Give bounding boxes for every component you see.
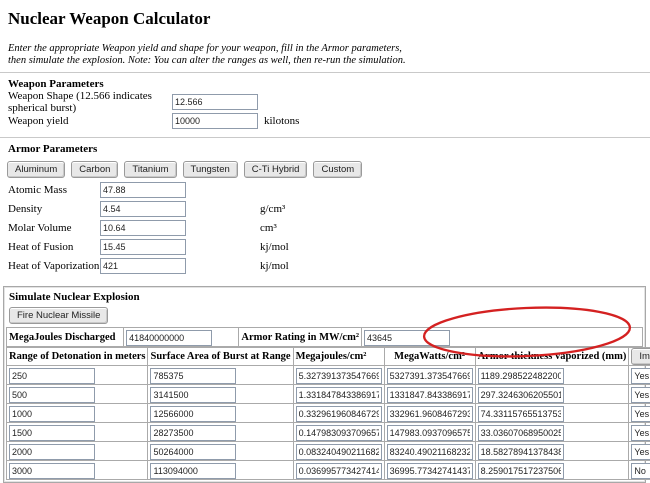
header-range: Range of Detonation in meters [7, 348, 148, 366]
atomic-mass-row: Atomic Mass [8, 182, 650, 197]
heat-of-fusion-input[interactable] [100, 239, 186, 255]
armor-thickness-input[interactable] [478, 406, 564, 422]
atomic-mass-label: Atomic Mass [8, 184, 100, 196]
material-button-carbon[interactable]: Carbon [71, 161, 118, 178]
separator [0, 72, 650, 73]
megajoules-input[interactable] [296, 387, 382, 403]
megajoules-input[interactable] [296, 463, 382, 479]
material-button-custom[interactable]: Custom [313, 161, 362, 178]
table-row [7, 404, 650, 423]
intro-line-1: Enter the appropriate Weapon yield and s… [8, 43, 650, 55]
intro-text: Enter the appropriate Weapon yield and s… [8, 43, 650, 67]
armor-rating-label: Armor Rating in MW/cm² [239, 328, 362, 347]
material-button-titanium[interactable]: Titanium [124, 161, 176, 178]
page-title: Nuclear Weapon Calculator [8, 9, 650, 29]
megajoules-discharged-label: MegaJoules Discharged [7, 328, 124, 347]
megawatts-input[interactable] [387, 463, 473, 479]
weapon-yield-unit: kilotons [264, 115, 299, 127]
megawatts-input[interactable] [387, 368, 473, 384]
megajoules-discharged-input[interactable] [126, 330, 212, 346]
molar-volume-input[interactable] [100, 220, 186, 236]
weapon-yield-label: Weapon yield [8, 115, 172, 127]
density-label: Density [8, 203, 100, 215]
megajoules-discharged-cell [124, 328, 239, 347]
surface-area-input[interactable] [150, 387, 236, 403]
heat-of-fusion-label: Heat of Fusion [8, 241, 100, 253]
heat-of-fusion-unit: kj/mol [260, 241, 289, 253]
impulse-shock-value[interactable] [631, 444, 650, 460]
simulate-explosion-heading: Simulate Nuclear Explosion [9, 291, 643, 303]
heat-of-fusion-row: Heat of Fusion kj/mol [8, 239, 650, 254]
density-unit: g/cm³ [260, 203, 285, 215]
impulse-shock-value[interactable] [631, 406, 650, 422]
density-row: Density g/cm³ [8, 201, 650, 216]
range-input[interactable] [9, 368, 95, 384]
armor-thickness-input[interactable] [478, 387, 564, 403]
fire-nuclear-missile-button[interactable]: Fire Nuclear Missile [9, 307, 108, 324]
megawatts-input[interactable] [387, 387, 473, 403]
heat-of-vaporization-input[interactable] [100, 258, 186, 274]
header-armor-thickness: Armor thickness vaporized (mm) [475, 348, 629, 366]
material-button-tungsten[interactable]: Tungsten [183, 161, 238, 178]
table-row [7, 442, 650, 461]
armor-rating-cell [361, 328, 642, 347]
discharge-table: MegaJoules Discharged Armor Rating in MW… [6, 327, 643, 347]
armor-rating-input[interactable] [364, 330, 450, 346]
molar-volume-label: Molar Volume [8, 222, 100, 234]
separator [0, 137, 650, 138]
surface-area-input[interactable] [150, 444, 236, 460]
density-input[interactable] [100, 201, 186, 217]
megajoules-input[interactable] [296, 368, 382, 384]
discharge-row: MegaJoules Discharged Armor Rating in MW… [7, 328, 643, 347]
molar-volume-row: Molar Volume cm³ [8, 220, 650, 235]
armor-thickness-input[interactable] [478, 444, 564, 460]
surface-area-input[interactable] [150, 368, 236, 384]
impulse-shock-value[interactable] [631, 368, 650, 384]
range-input[interactable] [9, 463, 95, 479]
heat-of-vaporization-unit: kj/mol [260, 260, 289, 272]
megajoules-input[interactable] [296, 444, 382, 460]
range-input[interactable] [9, 387, 95, 403]
weapon-shape-label: Weapon Shape (12.566 indicates spherical… [8, 90, 172, 114]
table-row [7, 461, 650, 480]
simulate-explosion-panel: Simulate Nuclear Explosion Fire Nuclear … [3, 286, 646, 483]
material-button-aluminum[interactable]: Aluminum [7, 161, 65, 178]
surface-area-input[interactable] [150, 406, 236, 422]
surface-area-input[interactable] [150, 463, 236, 479]
weapon-yield-row: Weapon yield kilotons [8, 113, 650, 128]
armor-material-buttons: Aluminum Carbon Titanium Tungsten C-Ti H… [7, 161, 650, 178]
impulse-shock-value[interactable] [631, 463, 650, 479]
atomic-mass-input[interactable] [100, 182, 186, 198]
heat-of-vaporization-row: Heat of Vaporization kj/mol [8, 258, 650, 273]
range-input[interactable] [9, 406, 95, 422]
molar-volume-unit: cm³ [260, 222, 277, 234]
armor-parameters-heading: Armor Parameters [8, 143, 650, 155]
table-row [7, 366, 650, 385]
range-input[interactable] [9, 444, 95, 460]
megawatts-input[interactable] [387, 444, 473, 460]
detonation-table: Range of Detonation in meters Surface Ar… [6, 347, 650, 480]
table-row [7, 385, 650, 404]
impulse-shock-button[interactable]: Impulse Shock? [631, 348, 650, 365]
material-button-cti-hybrid[interactable]: C-Ti Hybrid [244, 161, 308, 178]
weapon-shape-input[interactable] [172, 94, 258, 110]
weapon-yield-input[interactable] [172, 113, 258, 129]
header-impulse-shock: Impulse Shock? [629, 348, 650, 366]
megajoules-input[interactable] [296, 406, 382, 422]
intro-line-2: then simulate the explosion. Note: You c… [8, 55, 650, 67]
armor-thickness-input[interactable] [478, 368, 564, 384]
impulse-shock-value[interactable] [631, 387, 650, 403]
detonation-header-row: Range of Detonation in meters Surface Ar… [7, 348, 650, 366]
weapon-parameters-heading: Weapon Parameters [8, 78, 650, 90]
header-surface-area: Surface Area of Burst at Range [148, 348, 293, 366]
header-megajoules: Megajoules/cm² [293, 348, 384, 366]
weapon-shape-row: Weapon Shape (12.566 indicates spherical… [8, 94, 650, 109]
megawatts-input[interactable] [387, 406, 473, 422]
armor-thickness-input[interactable] [478, 463, 564, 479]
heat-of-vaporization-label: Heat of Vaporization [8, 260, 100, 272]
header-megawatts: MegaWatts/cm² [384, 348, 475, 366]
